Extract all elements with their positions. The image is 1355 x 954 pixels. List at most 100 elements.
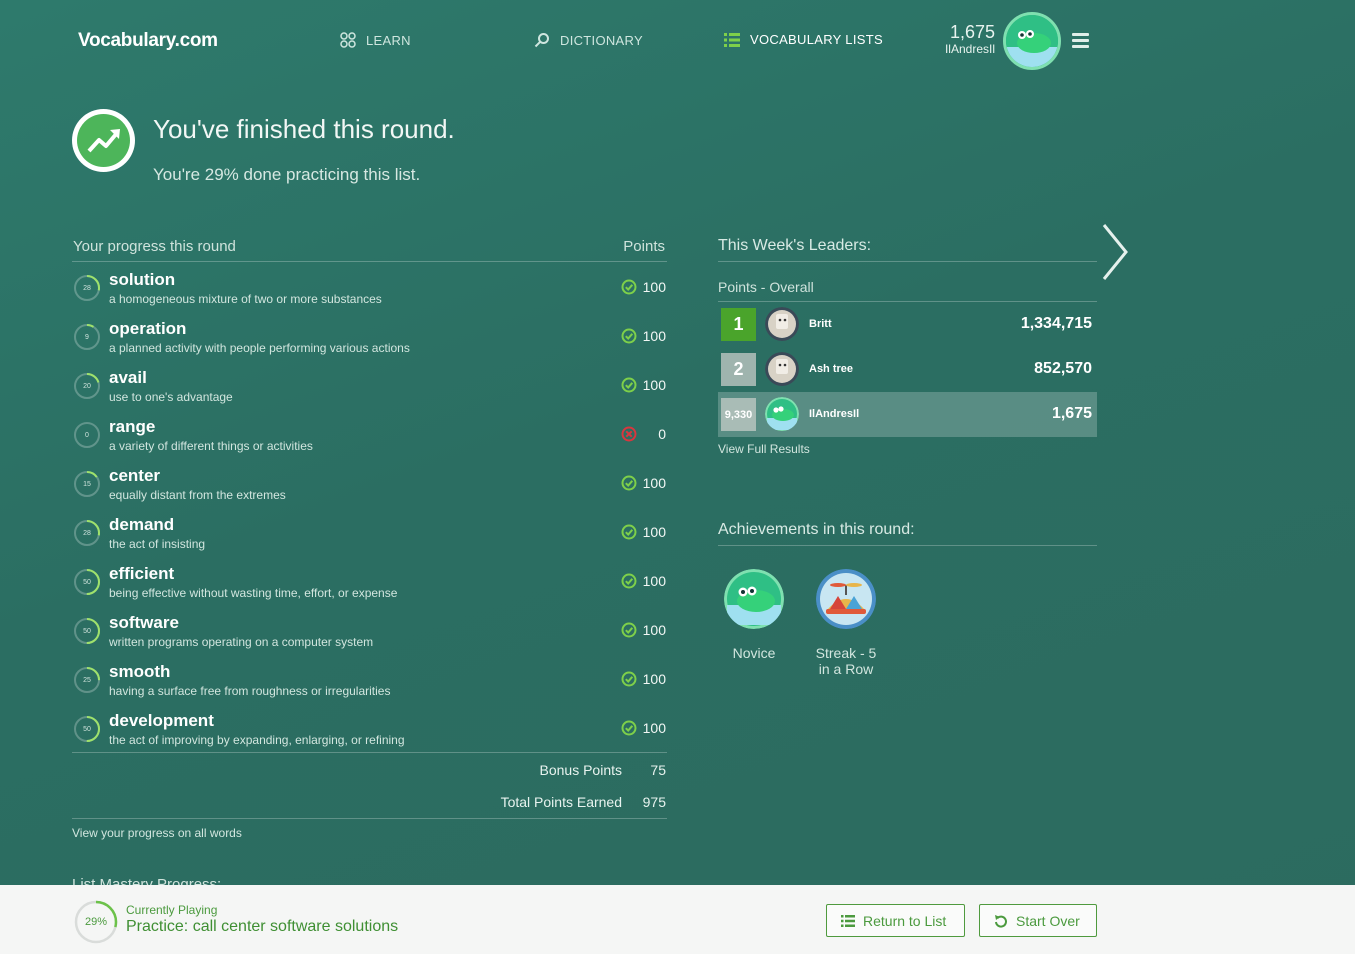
logo-text: Vocabulary.com bbox=[78, 30, 218, 51]
word-term[interactable]: software bbox=[109, 613, 179, 633]
check-circle-icon bbox=[621, 671, 637, 687]
check-circle-icon bbox=[621, 475, 637, 491]
return-to-list-button[interactable]: Return to List bbox=[826, 904, 965, 937]
chevron-right-icon[interactable] bbox=[1098, 222, 1130, 282]
nav-vocabulary-lists[interactable]: VOCABULARY LISTS bbox=[724, 32, 883, 47]
word-term[interactable]: development bbox=[109, 711, 214, 731]
leader-row[interactable]: 1 Britt 1,334,715 bbox=[718, 302, 1097, 347]
current-list-title[interactable]: Practice: call center software solutions bbox=[126, 918, 398, 936]
word-row[interactable]: 15 center equally distant from the extreme… bbox=[72, 458, 667, 507]
total-points-label: Total Points Earned bbox=[500, 794, 622, 810]
user-points: 1,675 bbox=[949, 22, 995, 42]
novice-frog-icon bbox=[765, 397, 799, 431]
word-term[interactable]: avail bbox=[109, 368, 147, 388]
achievements-panel: Achievements in this round: bbox=[718, 521, 1097, 546]
nav-dictionary-label: DICTIONARY bbox=[560, 32, 643, 48]
word-points: 100 bbox=[642, 524, 666, 540]
word-points: 100 bbox=[642, 328, 666, 344]
leader-name: IlAndresIl bbox=[809, 408, 860, 420]
leader-list: 1 Britt 1,334,715 2 Ash tree 852,570 9,330 IlAn… bbox=[718, 302, 1097, 437]
word-mastery-value: 15 bbox=[83, 480, 91, 488]
word-row[interactable]: 28 solution a homogeneous mixture of two o… bbox=[72, 262, 667, 311]
start-over-button[interactable]: Start Over bbox=[979, 904, 1097, 937]
restart-icon bbox=[995, 914, 1007, 928]
points-heading: Points bbox=[623, 238, 665, 255]
word-mastery-value: 25 bbox=[83, 676, 91, 684]
leader-rank: 1 bbox=[721, 308, 756, 341]
trend-up-icon bbox=[72, 109, 135, 172]
badge-novice-label: Novice bbox=[732, 645, 776, 661]
word-definition: a homogeneous mixture of two or more sub… bbox=[109, 292, 382, 306]
currently-playing-label: Currently Playing bbox=[126, 903, 218, 917]
word-points: 100 bbox=[642, 573, 666, 589]
leader-points: 852,570 bbox=[1034, 360, 1092, 377]
word-points: 100 bbox=[642, 279, 666, 295]
nav-learn[interactable]: LEARN bbox=[340, 32, 411, 48]
word-definition: the act of insisting bbox=[109, 537, 206, 551]
check-circle-icon bbox=[621, 524, 637, 540]
word-row[interactable]: 9 operation a planned activity with people… bbox=[72, 311, 667, 360]
word-row[interactable]: 25 smooth having a surface free from rough… bbox=[72, 654, 667, 703]
word-row[interactable]: 20 avail use to one's advantage 100 bbox=[72, 360, 667, 409]
word-row[interactable]: 0 range a variety of different things or a… bbox=[72, 409, 667, 458]
leader-name: Britt bbox=[809, 318, 832, 330]
check-circle-icon bbox=[621, 573, 637, 589]
leader-row[interactable]: 9,330 IlAndresIl 1,675 bbox=[718, 392, 1097, 437]
view-full-results-link[interactable]: View Full Results bbox=[718, 442, 810, 456]
word-term[interactable]: center bbox=[109, 466, 160, 486]
word-term[interactable]: operation bbox=[109, 319, 186, 339]
badge-streak[interactable]: Streak - 5 in a Row bbox=[812, 569, 880, 677]
leader-name: Ash tree bbox=[809, 363, 854, 375]
nav-learn-label: LEARN bbox=[366, 32, 411, 48]
word-term[interactable]: solution bbox=[109, 270, 175, 290]
bonus-points-row: Bonus Points 75 bbox=[72, 752, 667, 785]
bonus-points-label: Bonus Points bbox=[539, 762, 623, 778]
check-circle-icon bbox=[621, 328, 637, 344]
user-score[interactable]: 1,675 IlAndresIl bbox=[945, 22, 995, 56]
progress-heading: Your progress this round bbox=[73, 238, 236, 255]
x-circle-icon bbox=[621, 426, 637, 442]
leader-points: 1,675 bbox=[1051, 405, 1092, 422]
search-icon bbox=[534, 33, 549, 48]
word-definition: equally distant from the extremes bbox=[109, 488, 286, 502]
propeller-hat-icon bbox=[816, 569, 876, 629]
word-row[interactable]: 50 software written programs operating on … bbox=[72, 605, 667, 654]
leader-points: 1,334,715 bbox=[1020, 315, 1092, 332]
word-points: 100 bbox=[642, 622, 666, 638]
word-definition: a planned activity with people performin… bbox=[109, 341, 410, 355]
menu-icon[interactable] bbox=[1072, 33, 1089, 51]
word-row[interactable]: 50 efficient being effective without wasti… bbox=[72, 556, 667, 605]
word-row[interactable]: 28 demand the act of insisting 100 bbox=[72, 507, 667, 556]
novice-frog-icon bbox=[1006, 15, 1058, 67]
vocabulary-logo[interactable]: Vocabulary.com bbox=[78, 30, 218, 52]
word-mastery-value: 9 bbox=[85, 333, 89, 341]
word-definition: having a surface free from roughness or … bbox=[109, 684, 391, 698]
word-mastery-value: 28 bbox=[83, 529, 91, 537]
word-term[interactable]: efficient bbox=[109, 564, 174, 584]
check-circle-icon bbox=[621, 720, 637, 736]
word-mastery-value: 50 bbox=[83, 725, 91, 733]
top-navigation-bar: Vocabulary.com LEARN DICTIONARY VOCABULA… bbox=[0, 0, 1355, 82]
nav-dictionary[interactable]: DICTIONARY bbox=[534, 32, 643, 48]
leader-row[interactable]: 2 Ash tree 852,570 bbox=[718, 347, 1097, 392]
word-term[interactable]: smooth bbox=[109, 662, 170, 682]
word-mastery-value: 50 bbox=[83, 627, 91, 635]
word-points: 100 bbox=[642, 720, 666, 736]
paper-character-icon bbox=[765, 352, 799, 386]
word-definition: a variety of different things or activit… bbox=[109, 439, 313, 453]
return-to-list-label: Return to List bbox=[863, 912, 947, 929]
user-avatar[interactable] bbox=[1003, 12, 1061, 70]
word-term[interactable]: demand bbox=[109, 515, 174, 535]
leaders-subtitle: Points - Overall bbox=[718, 279, 1097, 302]
badge-novice[interactable]: Novice bbox=[723, 569, 785, 661]
word-list: 28 solution a homogeneous mixture of two o… bbox=[72, 262, 667, 752]
view-progress-link[interactable]: View your progress on all words bbox=[72, 826, 242, 840]
list-progress-subtitle: You're 29% done practicing this list. bbox=[153, 165, 421, 184]
word-points: 100 bbox=[642, 671, 666, 687]
user-name: IlAndresIl bbox=[944, 42, 995, 56]
word-row[interactable]: 50 development the act of improving by exp… bbox=[72, 703, 667, 752]
achievements-title: Achievements in this round: bbox=[718, 521, 1097, 546]
list-icon bbox=[841, 914, 855, 927]
total-points-value: 975 bbox=[642, 794, 666, 810]
word-term[interactable]: range bbox=[109, 417, 155, 437]
